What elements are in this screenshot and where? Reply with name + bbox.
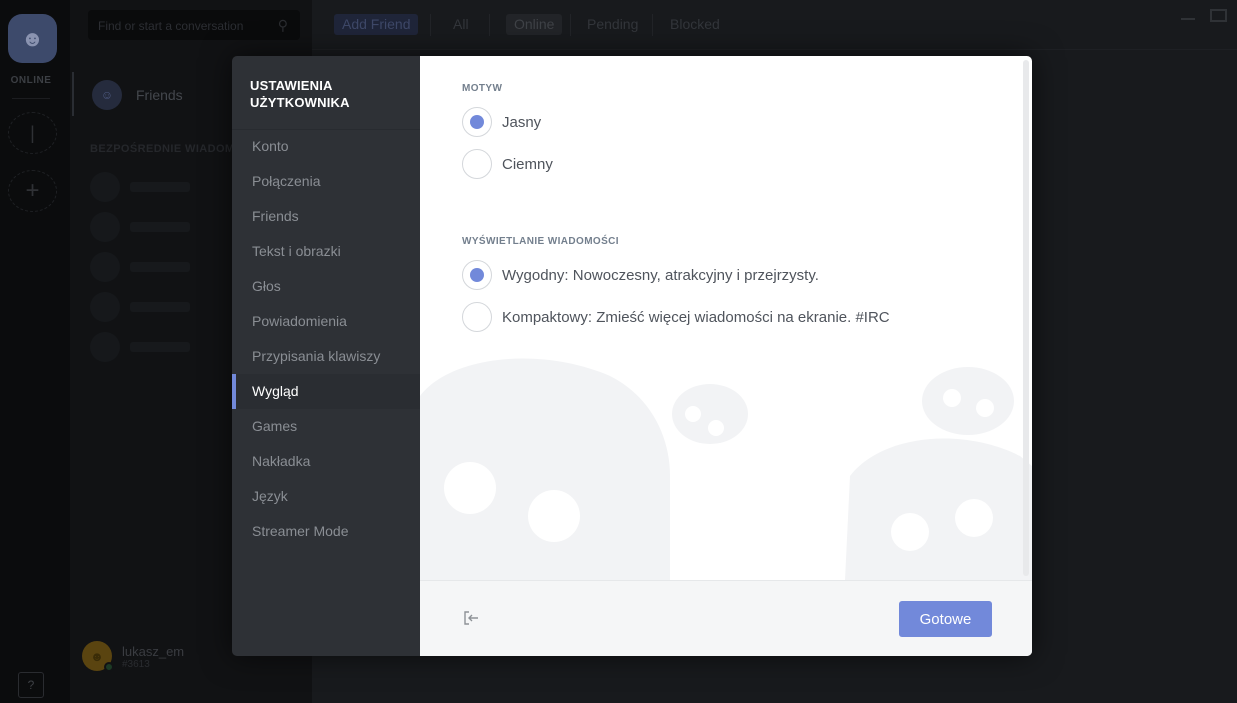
topbar-divider (652, 14, 653, 36)
search-icon: ⚲ (277, 17, 288, 33)
display-option-cozy[interactable]: Wygodny: Nowoczesny, atrakcyjny i przejr… (462, 260, 819, 290)
search-placeholder: Find or start a conversation (98, 19, 244, 33)
guild-placeholder-icon[interactable]: | (8, 112, 57, 154)
settings-sidebar: USTAWIENIA UŻYTKOWNIKA Konto Połączenia … (232, 56, 420, 656)
radio-button[interactable] (462, 107, 492, 137)
add-friend-button[interactable]: Add Friend (334, 14, 419, 35)
theme-option-dark[interactable]: Ciemny (462, 149, 553, 179)
sidebar-item-konto[interactable]: Konto (232, 129, 420, 164)
sidebar-item-wyglad[interactable]: Wygląd (232, 374, 420, 409)
guild-bar: ☻ ONLINE | + ? (0, 0, 70, 703)
sidebar-item-games[interactable]: Games (232, 409, 420, 444)
done-button[interactable]: Gotowe (899, 601, 992, 637)
sidebar-item-przypisania-klawiszy[interactable]: Przypisania klawiszy (232, 339, 420, 374)
message-display-section-title: WYŚWIETLANIE WIADOMOŚCI (462, 236, 619, 247)
sidebar-item-glos[interactable]: Głos (232, 269, 420, 304)
settings-footer: Gotowe (420, 580, 1032, 656)
tab-online[interactable]: Online (506, 14, 563, 35)
display-option-label: Wygodny: Nowoczesny, atrakcyjny i przejr… (502, 266, 819, 284)
sidebar-item-streamer-mode[interactable]: Streamer Mode (232, 514, 420, 549)
minimize-icon[interactable] (1181, 18, 1195, 20)
topbar-divider (489, 14, 490, 36)
help-button[interactable]: ? (18, 672, 44, 698)
appearance-panel: MOTYW Jasny Ciemny WYŚWIETLANIE WIADOMOŚ… (420, 56, 1032, 580)
tab-all[interactable]: All (445, 14, 477, 35)
user-settings-modal: USTAWIENIA UŻYTKOWNIKA Konto Połączenia … (232, 56, 1032, 656)
search-input[interactable]: Find or start a conversation ⚲ (88, 10, 300, 40)
radio-button[interactable] (462, 149, 492, 179)
theme-option-light[interactable]: Jasny (462, 107, 541, 137)
settings-menu: Konto Połączenia Friends Tekst i obrazki… (232, 129, 420, 549)
scrollbar[interactable] (1023, 60, 1029, 576)
display-option-compact[interactable]: Kompaktowy: Zmieść więcej wiadomości na … (462, 302, 890, 332)
online-status-icon (104, 662, 114, 672)
friends-label: Friends (136, 87, 183, 103)
user-tag: #3613 (122, 659, 150, 670)
online-label: ONLINE (10, 75, 52, 86)
add-server-icon[interactable]: + (8, 170, 57, 212)
sidebar-item-jezyk[interactable]: Język (232, 479, 420, 514)
logout-icon[interactable] (462, 609, 480, 627)
sidebar-item-tekst-i-obrazki[interactable]: Tekst i obrazki (232, 234, 420, 269)
settings-content: MOTYW Jasny Ciemny WYŚWIETLANIE WIADOMOŚ… (420, 56, 1032, 656)
friends-home-icon[interactable]: ☻ (8, 14, 57, 63)
username: lukasz_em (122, 644, 185, 659)
guild-divider (12, 98, 50, 99)
radio-button[interactable] (462, 302, 492, 332)
maximize-icon[interactable] (1210, 9, 1227, 22)
topbar-divider (430, 14, 431, 36)
radio-button[interactable] (462, 260, 492, 290)
tab-pending[interactable]: Pending (579, 14, 646, 35)
sidebar-item-powiadomienia[interactable]: Powiadomienia (232, 304, 420, 339)
radio-selected-dot (470, 115, 484, 129)
sidebar-item-polaczenia[interactable]: Połączenia (232, 164, 420, 199)
theme-section-title: MOTYW (462, 83, 503, 94)
topbar-divider (570, 14, 571, 36)
tab-blocked[interactable]: Blocked (662, 14, 728, 35)
radio-selected-dot (470, 268, 484, 282)
friends-topbar: Add Friend All Online Pending Blocked (312, 0, 1237, 50)
settings-title: USTAWIENIA UŻYTKOWNIKA (250, 78, 350, 110)
theme-option-label: Ciemny (502, 155, 553, 173)
friends-icon: ☺ (92, 80, 122, 110)
display-option-label: Kompaktowy: Zmieść więcej wiadomości na … (502, 308, 890, 326)
sidebar-item-friends[interactable]: Friends (232, 199, 420, 234)
sidebar-item-nakladka[interactable]: Nakładka (232, 444, 420, 479)
theme-option-label: Jasny (502, 113, 542, 131)
